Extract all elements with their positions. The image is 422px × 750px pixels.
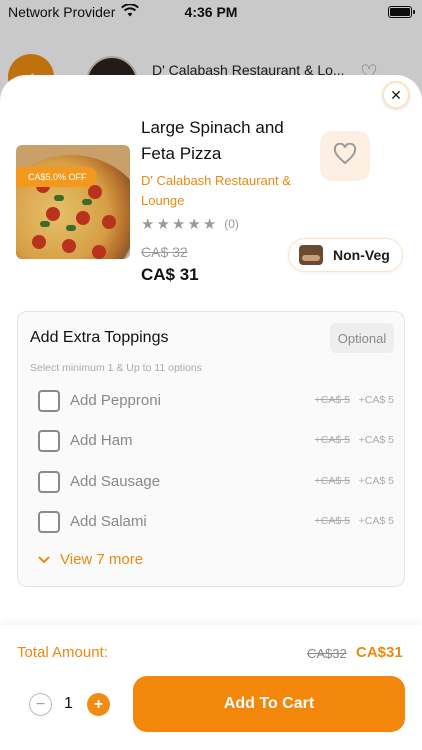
heart-icon	[333, 142, 357, 170]
optional-badge: Optional	[330, 323, 394, 353]
checkbox-icon[interactable]	[38, 471, 60, 493]
topping-old-price: +CA$ 5	[314, 394, 350, 406]
total-label: Total Amount:	[17, 644, 108, 661]
topping-name: Add Pepproni	[70, 392, 161, 409]
topping-option[interactable]: Add Ham +CA$ 5 +CA$ 5	[38, 429, 394, 453]
star-icon: ★	[171, 216, 186, 233]
cart-footer: Total Amount: CA$32 CA$31 − 1 + Add To C…	[0, 625, 422, 750]
star-icon: ★	[187, 216, 201, 233]
diet-badge: Non-Veg	[288, 238, 403, 272]
plus-icon: +	[93, 695, 104, 713]
food-icon	[299, 245, 323, 265]
add-to-cart-button[interactable]: Add To Cart	[133, 676, 405, 732]
close-icon: ✕	[390, 86, 402, 103]
total-old-price: CA$32	[307, 646, 347, 661]
offer-badge: CA$5.0% OFF	[16, 167, 97, 187]
topping-option[interactable]: Add Salami +CA$ 5 +CA$ 5	[38, 510, 394, 534]
toppings-section: Add Extra Toppings Optional Select minim…	[17, 311, 405, 587]
quantity-value: 1	[64, 695, 73, 712]
topping-option[interactable]: Add Sausage +CA$ 5 +CA$ 5	[38, 470, 394, 494]
topping-option[interactable]: Add Pepproni +CA$ 5 +CA$ 5	[38, 389, 394, 413]
checkbox-icon[interactable]	[38, 390, 60, 412]
close-button[interactable]: ✕	[382, 81, 410, 109]
topping-old-price: +CA$ 5	[314, 515, 350, 527]
topping-name: Add Ham	[70, 432, 133, 449]
increase-quantity-button[interactable]: +	[87, 693, 110, 716]
decrease-quantity-button[interactable]: −	[29, 693, 52, 716]
view-more-button[interactable]: View 7 more	[38, 551, 143, 568]
chevron-down-icon	[38, 551, 50, 568]
checkbox-icon[interactable]	[38, 430, 60, 452]
topping-price: +CA$ 5	[358, 394, 394, 406]
topping-price: +CA$ 5	[358, 434, 394, 446]
checkbox-icon[interactable]	[38, 511, 60, 533]
topping-price: +CA$ 5	[358, 475, 394, 487]
topping-old-price: +CA$ 5	[314, 475, 350, 487]
total-price: CA$31	[356, 644, 403, 661]
topping-name: Add Salami	[70, 513, 147, 530]
toppings-hint: Select minimum 1 & Up to 11 options	[30, 362, 202, 374]
view-more-label: View 7 more	[60, 551, 144, 568]
rating: ★ ★ ★ ★ ★ (0)	[141, 215, 239, 233]
restaurant-link[interactable]: D' Calabash Restaurant & Lounge	[141, 171, 311, 211]
price: CA$ 31	[141, 265, 199, 284]
minus-icon: −	[35, 695, 46, 713]
star-icon: ★	[202, 216, 217, 233]
rating-count: (0)	[224, 217, 239, 231]
topping-price: +CA$ 5	[358, 515, 394, 527]
topping-old-price: +CA$ 5	[314, 434, 350, 446]
favorite-button[interactable]	[320, 131, 370, 181]
diet-label: Non-Veg	[333, 247, 390, 263]
product-title: Large Spinach and Feta Pizza	[141, 118, 284, 163]
star-icon: ★	[156, 216, 170, 233]
old-price: CA$ 32	[141, 244, 188, 260]
product-image: CA$5.0% OFF	[16, 145, 130, 259]
star-icon: ★	[141, 216, 155, 233]
topping-name: Add Sausage	[70, 473, 161, 490]
toppings-title: Add Extra Toppings	[30, 329, 169, 346]
